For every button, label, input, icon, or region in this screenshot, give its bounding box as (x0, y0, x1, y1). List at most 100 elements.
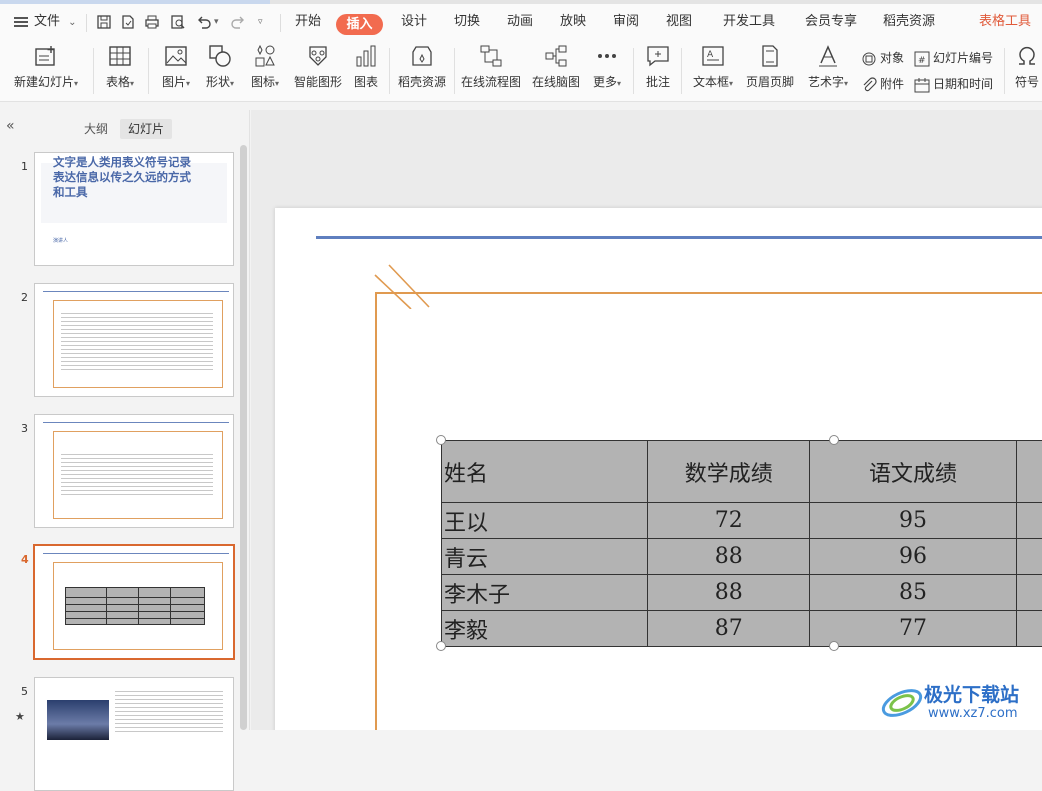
collapse-panel-icon[interactable]: « (6, 118, 15, 134)
smartart-icon (306, 44, 330, 68)
tab-transitions[interactable]: 切换 (454, 4, 480, 40)
slide-number-button[interactable]: #幻灯片编号 (914, 48, 993, 68)
print-preview-icon[interactable] (170, 14, 186, 30)
date-time-button[interactable]: 日期和时间 (914, 74, 993, 94)
tab-docer[interactable]: 稻壳资源 (883, 4, 935, 40)
resize-handle-bottom-middle[interactable] (829, 641, 839, 651)
resize-handle-top-left[interactable] (436, 435, 446, 445)
slide-number: 4 (21, 553, 29, 566)
picture-button[interactable]: 图片▾ (157, 44, 195, 98)
ribbon-separator (633, 48, 634, 94)
table-button[interactable]: 表格▾ (102, 44, 138, 98)
tab-insert[interactable]: 插入 (336, 14, 383, 35)
table-header-row: 姓名 数学成绩 语文成绩 (442, 441, 1042, 503)
attachment-button[interactable]: 附件 (861, 74, 904, 94)
object-icon (861, 51, 877, 67)
online-mindmap-button[interactable]: 在线脑图 (530, 44, 582, 98)
star-icon[interactable]: ★ (15, 710, 25, 723)
slide-number: 2 (21, 291, 28, 304)
tab-animations[interactable]: 动画 (507, 4, 533, 40)
slide-thumbnail-2[interactable] (34, 283, 234, 397)
thumb-table (65, 587, 205, 625)
new-slide-button[interactable]: 新建幻灯片▾ (10, 44, 82, 98)
tab-view[interactable]: 视图 (666, 4, 692, 40)
table-icon (108, 44, 132, 68)
smartart-button[interactable]: 智能图形 (292, 44, 344, 98)
tab-slideshow[interactable]: 放映 (560, 4, 586, 40)
table-cell[interactable]: 87 (648, 611, 810, 647)
export-pdf-icon[interactable] (120, 14, 136, 30)
resize-handle-top-middle[interactable] (829, 435, 839, 445)
docer-resources-button[interactable]: 稻壳资源 (396, 44, 448, 98)
header-cell-chinese[interactable]: 语文成绩 (810, 441, 1016, 503)
redo-icon[interactable] (230, 14, 246, 30)
tab-slides[interactable]: 幻灯片 (120, 119, 172, 139)
wordart-button[interactable]: 艺术字▾ (804, 44, 852, 98)
print-icon[interactable] (144, 14, 160, 30)
textbox-button[interactable]: A 文本框▾ (689, 44, 737, 98)
slide-number: 5 (21, 685, 28, 698)
icon-label: 图标 (251, 75, 275, 89)
score-table[interactable]: 姓名 数学成绩 语文成绩 王以 72 95 青云 88 96 李木子 88 85 (441, 440, 1042, 647)
table-cell[interactable] (1016, 575, 1042, 611)
table-cell[interactable]: 85 (810, 575, 1016, 611)
flowchart-icon (479, 44, 503, 68)
table-cell[interactable]: 77 (810, 611, 1016, 647)
picture-icon (164, 44, 188, 68)
shape-button[interactable]: 形状▾ (201, 44, 239, 98)
slide-thumbnail-4[interactable] (33, 544, 235, 660)
table-cell[interactable] (1016, 539, 1042, 575)
online-flowchart-button[interactable]: 在线流程图 (460, 44, 522, 98)
slide-thumbnail-5[interactable] (34, 677, 234, 791)
table-cell[interactable]: 李木子 (442, 575, 648, 611)
new-slide-label: 新建幻灯片 (14, 75, 74, 89)
table-cell[interactable] (1016, 611, 1042, 647)
header-footer-button[interactable]: 页眉页脚 (745, 44, 795, 98)
table-cell[interactable]: 95 (810, 503, 1016, 539)
header-cell-name[interactable]: 姓名 (442, 441, 648, 503)
tab-outline[interactable]: 大纲 (76, 119, 116, 139)
resize-handle-bottom-left[interactable] (436, 641, 446, 651)
menu-separator (280, 14, 281, 32)
table-cell[interactable]: 88 (648, 575, 810, 611)
icon-button[interactable]: 图标▾ (246, 44, 284, 98)
header-cell-math[interactable]: 数学成绩 (648, 441, 810, 503)
file-menu[interactable]: 文件 ⌄ (14, 4, 77, 40)
slide-thumbnail-1[interactable]: 文字是人类用表义符号记录表达信息以传之久远的方式和工具 演讲人 (34, 152, 234, 266)
tab-member[interactable]: 会员专享 (805, 4, 857, 40)
tab-developer[interactable]: 开发工具 (723, 4, 775, 40)
watermark-logo-icon (880, 683, 924, 723)
undo-icon[interactable] (196, 14, 212, 30)
thumb-blue-line (43, 422, 229, 423)
customize-quick-access-icon[interactable]: ▿ (258, 4, 263, 40)
hamburger-icon (14, 15, 28, 29)
dropdown-arrow-icon: ▾ (617, 79, 621, 88)
symbol-button[interactable]: 符号 (1012, 44, 1042, 98)
undo-dropdown-icon[interactable]: ▾ (214, 4, 219, 40)
table-cell[interactable]: 青云 (442, 539, 648, 575)
tab-table-tools[interactable]: 表格工具 (979, 4, 1031, 40)
slide-thumbnail-3[interactable] (34, 414, 234, 528)
tab-review[interactable]: 审阅 (613, 4, 639, 40)
ribbon-separator (148, 48, 149, 94)
table-cell[interactable]: 王以 (442, 503, 648, 539)
more-button[interactable]: 更多▾ (589, 44, 625, 98)
table-row: 王以 72 95 (442, 503, 1042, 539)
comment-button[interactable]: 批注 (643, 44, 673, 98)
table-cell[interactable]: 李毅 (442, 611, 648, 647)
save-icon[interactable] (96, 14, 112, 30)
table-row: 青云 88 96 (442, 539, 1042, 575)
table-cell[interactable] (1016, 503, 1042, 539)
table-cell[interactable]: 88 (648, 539, 810, 575)
slide1-title: 文字是人类用表义符号记录表达信息以传之久远的方式和工具 (53, 155, 193, 200)
chart-button[interactable]: 图表 (351, 44, 381, 98)
symbol-label: 符号 (1012, 73, 1042, 90)
tab-design[interactable]: 设计 (401, 4, 427, 40)
object-button[interactable]: 对象 (861, 48, 904, 68)
tab-home[interactable]: 开始 (295, 4, 321, 40)
docer-resources-label: 稻壳资源 (396, 73, 448, 90)
table-cell[interactable]: 96 (810, 539, 1016, 575)
header-cell-extra[interactable] (1016, 441, 1042, 503)
panel-scrollbar[interactable] (240, 145, 247, 730)
table-cell[interactable]: 72 (648, 503, 810, 539)
